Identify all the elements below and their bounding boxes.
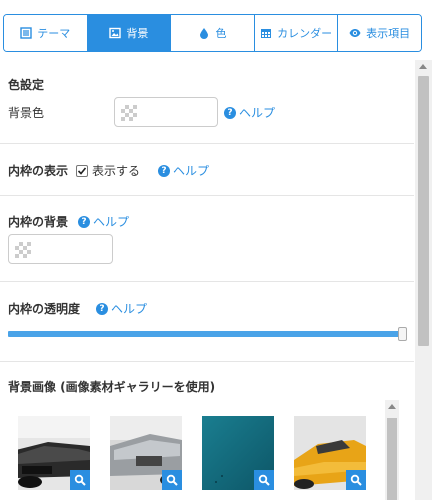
question-icon: ? — [96, 302, 108, 315]
help-link[interactable]: ? ヘルプ — [78, 213, 129, 230]
scroll-up-arrow-icon[interactable] — [419, 64, 427, 69]
search-icon — [74, 474, 86, 486]
show-checkbox-group[interactable]: 表示する — [76, 162, 140, 179]
help-label: ヘルプ — [111, 302, 148, 316]
tab-color[interactable]: 色 — [171, 15, 255, 51]
question-icon: ? — [78, 215, 90, 228]
check-icon — [77, 166, 87, 175]
tab-theme[interactable]: テーマ — [4, 15, 88, 51]
help-label: ヘルプ — [239, 106, 276, 120]
settings-tabs: テーマ 背景 色 カレンダー 表示項目 — [3, 14, 422, 52]
tab-calendar[interactable]: カレンダー — [254, 15, 339, 51]
inner-bg-color-input[interactable] — [8, 234, 113, 264]
section-title: 内枠の表示 — [8, 164, 69, 178]
question-icon: ? — [158, 164, 170, 177]
gallery-image-yellow-car[interactable] — [294, 416, 366, 490]
section-title: 内枠の背景 — [8, 215, 69, 229]
show-checkbox[interactable] — [76, 164, 88, 177]
eye-icon — [349, 29, 361, 37]
opacity-slider-handle[interactable] — [398, 327, 407, 341]
tab-calendar-label: カレンダー — [277, 27, 333, 40]
droplet-icon — [200, 28, 209, 39]
image-gallery — [0, 400, 414, 500]
zoom-button[interactable] — [254, 470, 274, 490]
tab-background-label: 背景 — [126, 27, 149, 40]
section-color-settings: 色設定 背景色 ? ヘルプ — [0, 60, 414, 144]
help-link[interactable]: ? ヘルプ — [224, 104, 275, 121]
image-icon — [109, 27, 122, 39]
search-icon — [350, 474, 362, 486]
list-icon — [20, 27, 32, 39]
tab-display-items-label: 表示項目 — [366, 27, 411, 40]
gallery-image-silver-car[interactable] — [110, 416, 182, 490]
zoom-button[interactable] — [70, 470, 90, 490]
bg-color-label: 背景色 — [8, 106, 45, 120]
show-checkbox-label: 表示する — [92, 164, 141, 178]
tab-color-label: 色 — [215, 27, 227, 40]
section-inner-frame-opacity: 内枠の透明度 ? ヘルプ — [0, 282, 414, 362]
section-inner-frame-bg: 内枠の背景 ? ヘルプ — [0, 196, 414, 282]
transparent-swatch — [121, 105, 137, 121]
scroll-up-arrow-icon[interactable] — [388, 404, 396, 409]
opacity-slider-track[interactable] — [8, 331, 404, 337]
help-link[interactable]: ? ヘルプ — [158, 162, 209, 179]
question-icon: ? — [224, 106, 236, 119]
calendar-icon — [261, 29, 272, 38]
bg-image-title: 背景画像 (画像素材ギャラリーを使用) — [8, 380, 216, 394]
section-title: 色設定 — [8, 78, 45, 92]
bg-color-input[interactable] — [114, 97, 218, 127]
zoom-button[interactable] — [346, 470, 366, 490]
transparent-swatch — [15, 242, 31, 258]
gallery-image-teal-texture[interactable] — [202, 416, 274, 490]
gallery-scroll-thumb[interactable] — [387, 418, 397, 500]
search-icon — [258, 474, 270, 486]
tab-background[interactable]: 背景 — [87, 15, 172, 51]
section-title: 内枠の透明度 — [8, 302, 81, 316]
help-link[interactable]: ? ヘルプ — [96, 300, 147, 317]
tab-theme-label: テーマ — [37, 27, 71, 40]
help-label: ヘルプ — [173, 164, 210, 178]
gallery-scrollbar[interactable] — [385, 400, 399, 500]
main-scroll-thumb[interactable] — [418, 76, 429, 346]
search-icon — [166, 474, 178, 486]
section-inner-frame-display: 内枠の表示 表示する ? ヘルプ — [0, 144, 414, 196]
main-scrollbar[interactable] — [415, 60, 432, 500]
tab-display-items[interactable]: 表示項目 — [338, 15, 421, 51]
gallery-image-black-car[interactable] — [18, 416, 90, 490]
zoom-button[interactable] — [162, 470, 182, 490]
help-label: ヘルプ — [93, 215, 130, 229]
